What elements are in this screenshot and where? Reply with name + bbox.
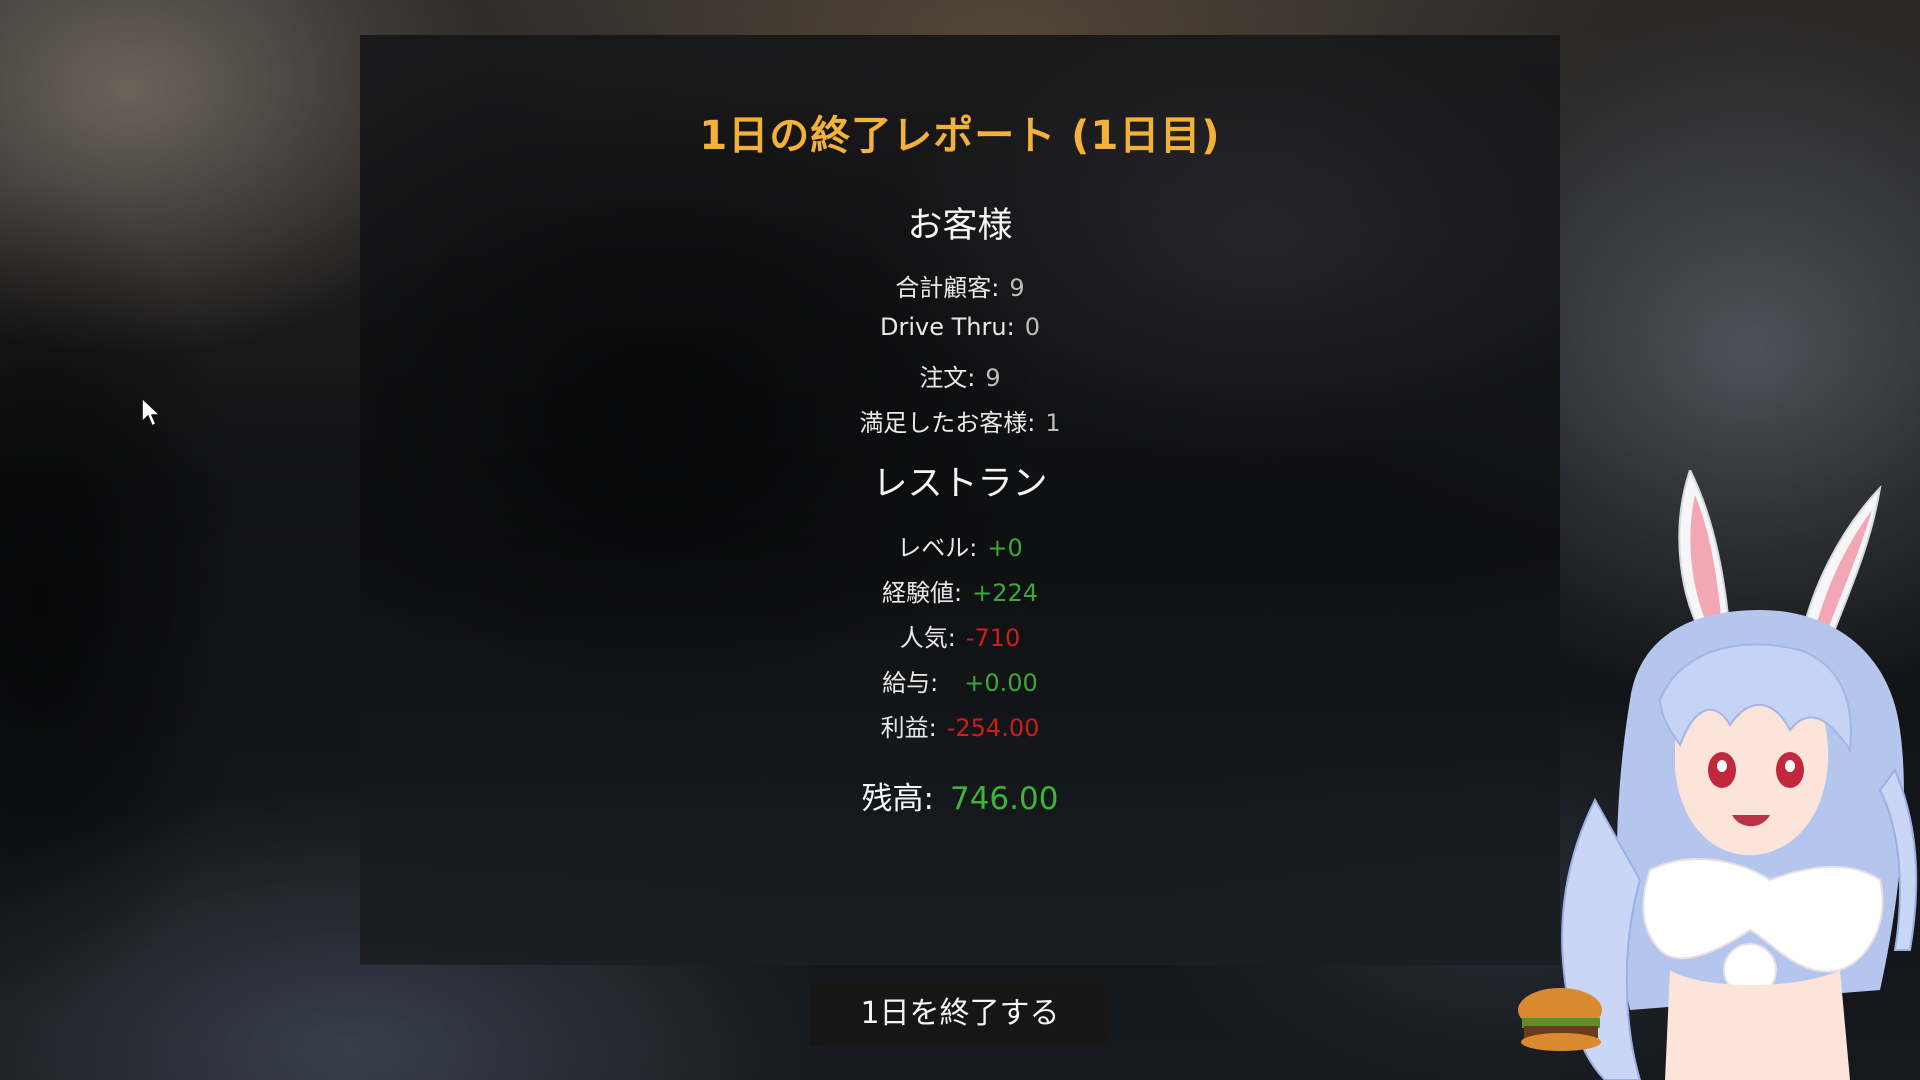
stat-profit: 利益: -254.00	[360, 708, 1560, 743]
stat-label: 経験値:	[881, 579, 963, 607]
report-title: 1日の終了レポート (1日目)	[699, 113, 1221, 159]
balance-row: 残高: 746.00	[360, 773, 1560, 818]
stat-value: 9	[1009, 274, 1025, 302]
bunny-girl-vtuber-avatar	[1518, 470, 1918, 1080]
balance-value: 746.00	[949, 781, 1059, 817]
stat-label: 人気:	[899, 624, 956, 652]
stat-salary: 給与: +0.00	[360, 663, 1560, 698]
stat-value: +224	[972, 579, 1038, 607]
stat-orders: 注文: 9	[360, 358, 1560, 393]
stat-label: レベル:	[897, 534, 978, 562]
stat-label: 注文:	[919, 364, 976, 392]
customers-heading: お客様	[907, 206, 1013, 246]
stat-value: +0	[987, 534, 1023, 562]
stat-label: 満足したお客様:	[859, 409, 1036, 437]
stat-label: 合計顧客:	[895, 274, 1000, 302]
balance-label: 残高:	[861, 781, 934, 817]
stat-total-customers: 合計顧客: 9	[360, 268, 1560, 303]
stat-value: 0	[1024, 313, 1040, 341]
stat-label: 利益:	[880, 714, 937, 742]
stat-value: 9	[985, 364, 1001, 392]
stat-value: +0.00	[964, 669, 1038, 697]
stat-value: -710	[965, 624, 1021, 652]
stat-label: Drive Thru:	[880, 313, 1015, 341]
end-of-day-report-panel: 1日の終了レポート (1日目) お客様 合計顧客: 9 Drive Thru: 0 …	[360, 35, 1560, 965]
stat-experience: 経験値: +224	[360, 573, 1560, 608]
stat-label: 給与:	[882, 669, 939, 697]
mouse-pointer-icon	[141, 397, 161, 427]
stat-drive-thru: Drive Thru: 0	[360, 313, 1560, 341]
stat-value: -254.00	[946, 714, 1040, 742]
stat-level: レベル: +0	[360, 528, 1560, 563]
stat-value: 1	[1045, 409, 1061, 437]
end-day-button[interactable]: 1日を終了する	[810, 982, 1110, 1046]
stat-satisfied-customers: 満足したお客様: 1	[360, 403, 1560, 438]
stat-popularity: 人気: -710	[360, 618, 1560, 653]
restaurant-heading: レストラン	[872, 464, 1048, 504]
